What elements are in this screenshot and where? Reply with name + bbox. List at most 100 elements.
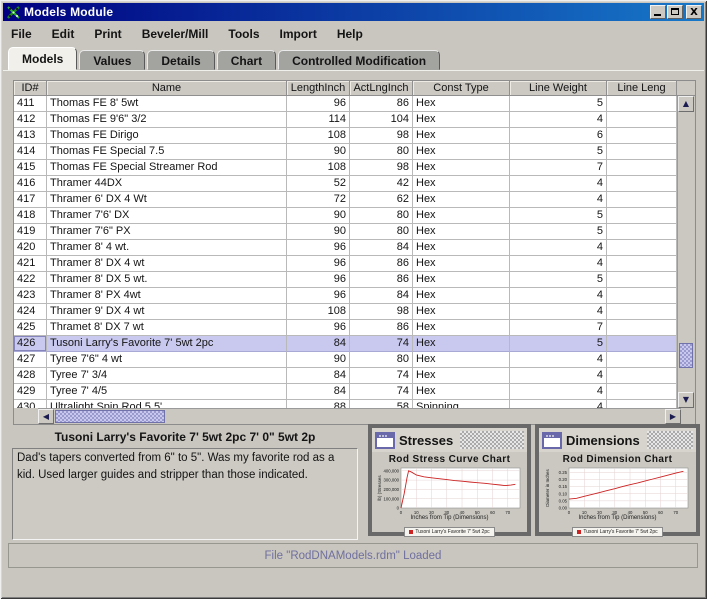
cell-line-leng [607,256,677,272]
cell-lengthinch: 84 [287,384,350,400]
table-row-425[interactable]: 425Thramet 8' DX 7 wt9686Hex7 [14,320,677,336]
column-header-line-weight[interactable]: Line Weight [510,81,607,96]
table-row-414[interactable]: 414Thomas FE Special 7.59080Hex5 [14,144,677,160]
horizontal-scroll-thumb[interactable] [55,410,165,423]
menu-item-beveler-mill[interactable]: Beveler/Mill [140,25,219,43]
tab-controlled-modification[interactable]: Controlled Modification [278,50,440,70]
cell-line-weight: 5 [510,144,607,160]
cell-id: 412 [14,112,47,128]
vertical-scroll-thumb[interactable] [679,343,693,368]
dimension-xaxis-label: Inches from Tip (Dimensions) [541,515,694,521]
stresses-panel: Stresses Rod Stress Curve Chart 01020304… [368,424,531,536]
menu-item-import[interactable]: Import [278,25,327,43]
cell-name: Thramer 9' DX 4 wt [47,304,287,320]
cell-line-weight: 4 [510,256,607,272]
legend-label: Tusoni Larry's Favorite 7' 5wt 2pc [583,529,657,535]
table-row-412[interactable]: 412Thomas FE 9'6" 3/2114104Hex4 [14,112,677,128]
tab-models[interactable]: Models [8,47,77,70]
maximize-button[interactable] [667,5,683,19]
horizontal-scrollbar[interactable]: ◀ ▶ [38,408,681,424]
tab-details[interactable]: Details [147,50,214,70]
table-scrollpane: ID#NameLengthInchActLngInchConst TypeLin… [13,80,696,425]
cell-lengthinch: 96 [287,256,350,272]
table-row-427[interactable]: 427Tyree 7'6" 4 wt9080Hex4 [14,352,677,368]
cell-line-leng [607,240,677,256]
column-header-actlnginch[interactable]: ActLngInch [350,81,413,96]
cell-const-type: Hex [413,368,510,384]
cell-actlnginch: 98 [350,160,413,176]
status-text: File "RodDNAModels.rdm" Loaded [265,550,442,562]
table-row-421[interactable]: 421Thramer 8' DX 4 wt9686Hex4 [14,256,677,272]
svg-text:100,000: 100,000 [383,496,399,501]
column-header-line-leng[interactable]: Line Leng [607,81,677,96]
menu-item-print[interactable]: Print [92,25,131,43]
content-divider [3,70,704,71]
cell-actlnginch: 80 [350,352,413,368]
maximize-icon [671,8,679,15]
cell-lengthinch: 108 [287,160,350,176]
column-header-id[interactable]: ID# [14,81,47,96]
menu-item-file[interactable]: File [9,25,42,43]
table-row-423[interactable]: 423Thramer 8' PX 4wt9684Hex4 [14,288,677,304]
close-button[interactable]: X [686,5,702,19]
cell-actlnginch: 62 [350,192,413,208]
tab-strip: ModelsValuesDetailsChartControlled Modif… [8,47,442,70]
scroll-down-button[interactable]: ▼ [678,392,694,408]
cell-lengthinch: 114 [287,112,350,128]
cell-id: 418 [14,208,47,224]
table-row-428[interactable]: 428Tyree 7' 3/48474Hex4 [14,368,677,384]
table-row-418[interactable]: 418Thramer 7'6' DX9080Hex5 [14,208,677,224]
tab-values[interactable]: Values [79,50,145,70]
table-row-416[interactable]: 416Thramer 44DX5242Hex4 [14,176,677,192]
table-viewport[interactable]: 411Thomas FE 8' 5wt9686Hex5412Thomas FE … [14,96,677,408]
table-row-417[interactable]: 417Thramer 6' DX 4 Wt7262Hex4 [14,192,677,208]
cell-actlnginch: 74 [350,336,413,352]
scroll-right-button[interactable]: ▶ [665,409,681,424]
cell-id: 420 [14,240,47,256]
dimensions-header[interactable]: Dimensions [539,428,696,452]
cell-const-type: Hex [413,128,510,144]
models-table: ID#NameLengthInchActLngInchConst TypeLin… [8,74,700,424]
svg-text:0.10: 0.10 [558,491,567,496]
cell-actlnginch: 98 [350,128,413,144]
minimize-button[interactable] [650,5,666,19]
table-row-426[interactable]: 426Tusoni Larry's Favorite 7' 5wt 2pc847… [14,336,677,352]
svg-text:200,000: 200,000 [383,487,399,492]
stresses-header[interactable]: Stresses [372,428,527,452]
table-row-415[interactable]: 415Thomas FE Special Streamer Rod10898He… [14,160,677,176]
status-bar: File "RodDNAModels.rdm" Loaded [8,543,698,568]
table-row-411[interactable]: 411Thomas FE 8' 5wt9686Hex5 [14,96,677,112]
column-header-const-type[interactable]: Const Type [413,81,510,96]
table-row-420[interactable]: 420Thramer 8' 4 wt.9684Hex4 [14,240,677,256]
table-row-429[interactable]: 429Tyree 7' 4/58474Hex4 [14,384,677,400]
cell-actlnginch: 74 [350,384,413,400]
table-row-424[interactable]: 424Thramer 9' DX 4 wt10898Hex4 [14,304,677,320]
cell-const-type: Hex [413,336,510,352]
cell-actlnginch: 80 [350,208,413,224]
cell-id: 421 [14,256,47,272]
table-row-430[interactable]: 430Ultralight Spin Rod 5.5'8858Spinning4 [14,400,677,408]
cell-actlnginch: 42 [350,176,413,192]
cell-lengthinch: 84 [287,336,350,352]
vertical-scrollbar[interactable]: ▲ ▼ [677,96,694,408]
cell-lengthinch: 96 [287,240,350,256]
table-row-419[interactable]: 419Thramer 7'6" PX9080Hex5 [14,224,677,240]
menu-item-tools[interactable]: Tools [226,25,269,43]
tab-chart[interactable]: Chart [217,50,276,70]
table-row-422[interactable]: 422Thramer 8' DX 5 wt.9686Hex5 [14,272,677,288]
cell-name: Thramet 8' DX 7 wt [47,320,287,336]
cell-line-leng [607,288,677,304]
table-row-413[interactable]: 413Thomas FE Dirigo10898Hex6 [14,128,677,144]
titlebar[interactable]: Models Module X [3,3,704,21]
model-description-field[interactable]: Dad's tapers converted from 6" to 5". Wa… [12,448,358,540]
column-header-lengthinch[interactable]: LengthInch [287,81,350,96]
scroll-left-button[interactable]: ◀ [38,409,54,424]
menu-item-help[interactable]: Help [335,25,373,43]
scroll-up-button[interactable]: ▲ [678,96,694,112]
svg-text:70: 70 [505,510,510,515]
cell-const-type: Spinning [413,400,510,408]
column-header-name[interactable]: Name [47,81,287,96]
stress-legend: Tusoni Larry's Favorite 7' 5wt 2pc [404,527,494,537]
menu-item-edit[interactable]: Edit [50,25,85,43]
table-header-corner [677,81,695,96]
